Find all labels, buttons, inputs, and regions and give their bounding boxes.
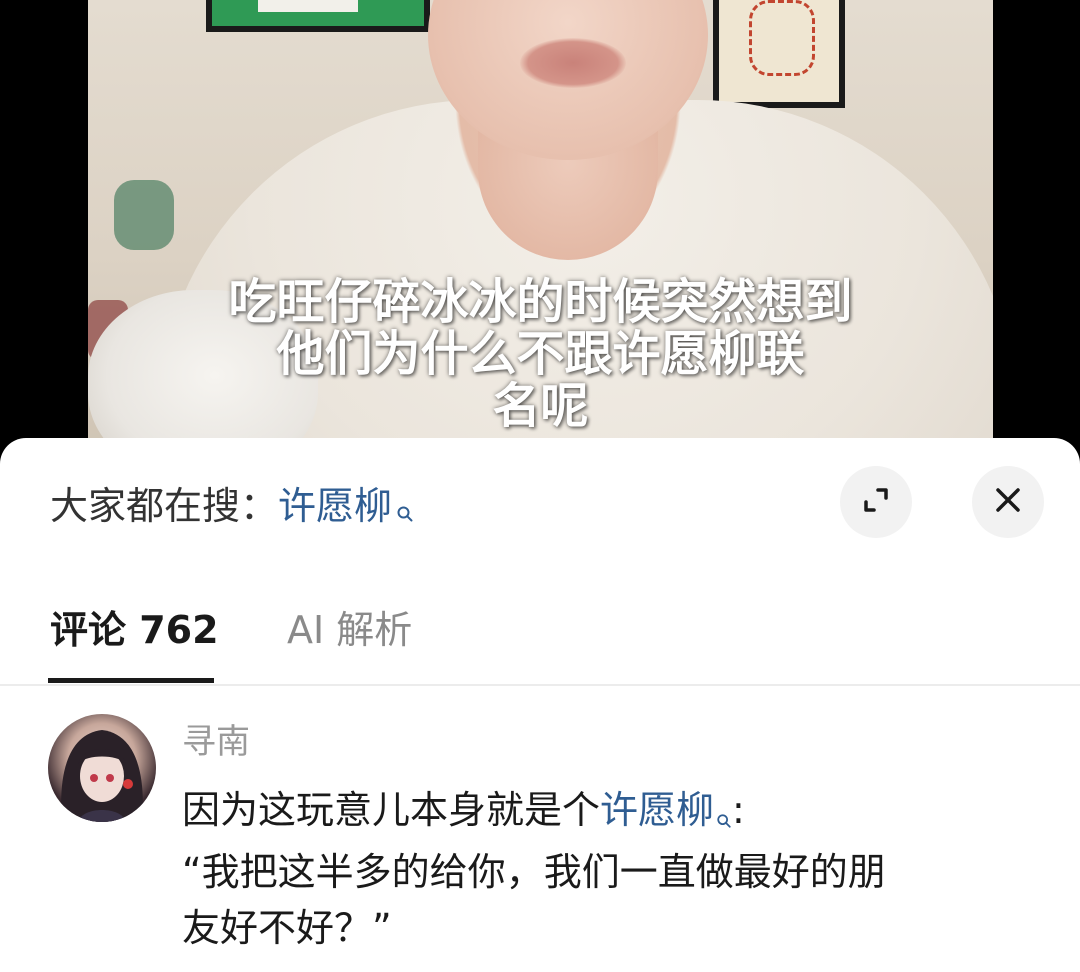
comment-search-link[interactable]: 许愿柳 xyxy=(600,788,714,832)
background-object xyxy=(114,180,174,250)
subtitle-line: 他们为什么不跟许愿柳联 xyxy=(276,326,805,382)
active-tab-indicator xyxy=(48,678,214,683)
close-button[interactable] xyxy=(972,466,1044,538)
trending-search[interactable]: 大家都在搜：许愿柳 xyxy=(50,482,414,534)
expand-button[interactable] xyxy=(840,466,912,538)
avatar[interactable] xyxy=(48,714,156,822)
subtitle-line: 吃旺仔碎冰冰的时候突然想到 xyxy=(228,274,853,330)
comment-body: 因为这玩意儿本身就是个许愿柳: “我把这半多的给你，我们一直做最好的朋 友好不好… xyxy=(182,782,1042,956)
comment-line: 友好不好？” xyxy=(182,906,392,950)
wall-poster-left xyxy=(206,0,430,32)
comment-text-segment: : xyxy=(732,788,745,832)
tab-ai-analysis[interactable]: AI 解析 xyxy=(287,606,412,654)
close-icon xyxy=(993,485,1023,519)
subtitle-line: 名呢 xyxy=(492,378,589,434)
comment-text-segment: 因为这玩意儿本身就是个 xyxy=(182,788,601,832)
tab-comments[interactable]: 评论 762 xyxy=(50,606,219,654)
search-icon xyxy=(396,486,414,534)
expand-icon xyxy=(859,483,893,521)
video-subtitle: 吃旺仔碎冰冰的时候突然想到 他们为什么不跟许愿柳联 名呢 xyxy=(88,276,993,432)
wall-poster-right xyxy=(713,0,845,108)
trending-search-term[interactable]: 许愿柳 xyxy=(278,484,392,528)
comment-sheet: 大家都在搜：许愿柳 评论 762 AI 解析 寻南 因为这玩意儿本身就是个许愿柳… xyxy=(0,438,1080,972)
comment-author[interactable]: 寻南 xyxy=(182,720,250,764)
tab-divider xyxy=(0,684,1080,686)
video-player[interactable]: 吃旺仔碎冰冰的时候突然想到 他们为什么不跟许愿柳联 名呢 xyxy=(0,0,1080,460)
search-icon xyxy=(716,788,732,844)
person-mouth xyxy=(520,38,626,88)
comment-line: 因为这玩意儿本身就是个许愿柳: xyxy=(182,782,1042,844)
trending-search-prefix: 大家都在搜： xyxy=(50,484,279,528)
comment-line: “我把这半多的给你，我们一直做最好的朋 xyxy=(182,850,886,894)
